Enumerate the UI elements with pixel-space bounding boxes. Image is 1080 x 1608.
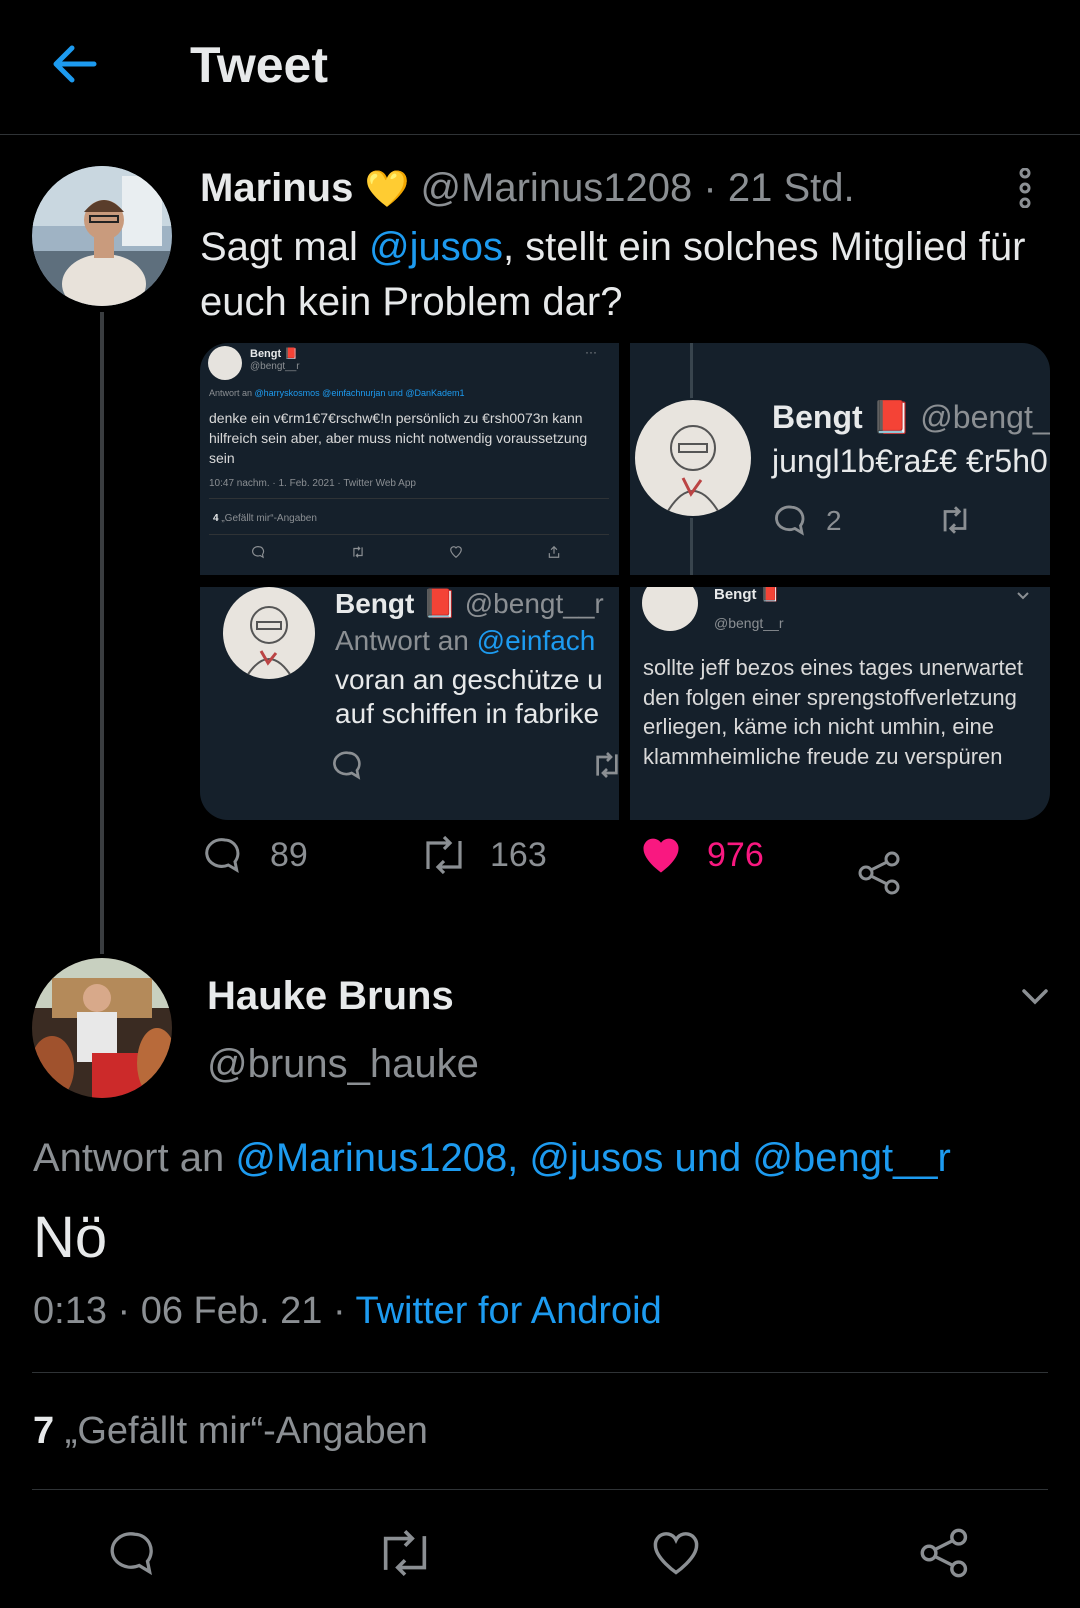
media-tweet-text: denke ein v€rm1€7€rschw€!n persönlich zu…: [209, 410, 588, 466]
reply-icon[interactable]: [110, 1528, 160, 1578]
media-likes: 4 „Gefällt mir“-Angaben: [213, 513, 317, 524]
reply-text: Nö: [33, 1205, 108, 1270]
media-reply-to: Antwort an @einfach: [335, 625, 595, 657]
page-title: Tweet: [190, 37, 328, 93]
reply-to-prefix: Antwort an: [33, 1136, 236, 1180]
heart-badge-icon: 💛: [364, 168, 410, 209]
media-tweet-line-2: auf schiffen in fabrike: [335, 698, 600, 729]
like-count: 976: [707, 836, 764, 874]
avatar-marinus[interactable]: [32, 166, 172, 306]
media-likes-label: „Gefällt mir“-Angaben: [221, 513, 317, 524]
author-handle[interactable]: @Marinus1208: [420, 166, 692, 210]
tweet-text-start: Sagt mal: [200, 225, 369, 269]
retweet-icon[interactable]: [376, 1528, 434, 1578]
reply-count: 89: [270, 836, 308, 874]
retweet-icon: [590, 749, 619, 781]
retweet-icon: [935, 503, 975, 537]
tweet-header: Marinus 💛 @Marinus1208 · 21 Std.: [200, 166, 855, 211]
likes-count: 7: [33, 1410, 55, 1452]
reply-icon: [775, 503, 809, 537]
mention-jusos[interactable]: @jusos: [369, 225, 503, 269]
media-reply-to: Antwort an @harryskosmos @einfachnurjan …: [209, 388, 465, 398]
author-name[interactable]: Marinus: [200, 166, 353, 210]
media-action-bar: [200, 545, 619, 561]
likes-summary[interactable]: 7 „Gefällt mir“-Angaben: [33, 1410, 428, 1453]
media-image-2[interactable]: Bengt 📕 @bengt__ jungl1b€ra£€ €r5h0 2: [630, 343, 1050, 575]
media-author: Bengt 📕 @bengt__: [772, 398, 1050, 436]
media-author-name: Bengt 📕: [250, 348, 298, 360]
chevron-down-icon: [1016, 591, 1030, 601]
reply-meta: 0:13 · 06 Feb. 21 · Twitter for Android: [33, 1290, 662, 1333]
media-reply-prefix: Antwort an: [335, 625, 477, 656]
avatar-bengt: [223, 587, 315, 679]
avatar-bengt: [642, 587, 698, 631]
reply-author-name[interactable]: Hauke Bruns: [207, 974, 454, 1019]
media-author-handle: @bengt__: [920, 399, 1050, 435]
media-image-1[interactable]: Bengt 📕 @bengt__r ··· Antwort an @harrys…: [200, 343, 619, 575]
likes-label: „Gefällt mir“-Angaben: [54, 1410, 428, 1452]
divider: [32, 1372, 1048, 1373]
media-reply-target: @einfach: [476, 625, 596, 656]
media-image-3[interactable]: Bengt 📕 @bengt__r Antwort an @einfach vo…: [200, 587, 619, 820]
reply-icon: [252, 545, 266, 559]
divider: [209, 498, 609, 499]
media-author-name: Bengt 📕: [772, 399, 912, 435]
media-reply-count: 2: [826, 505, 842, 536]
reply-author-handle[interactable]: @bruns_hauke: [207, 1042, 479, 1087]
media-reply-targets: @harryskosmos @einfachnurjan und @DanKad…: [254, 388, 465, 398]
reply-icon: [205, 835, 245, 875]
media-tweet-text: jungl1b€ra£€ €r5h0: [772, 443, 1048, 479]
share-icon[interactable]: [858, 851, 902, 895]
reply-source-link[interactable]: Twitter for Android: [356, 1290, 662, 1332]
heart-icon: [449, 545, 463, 559]
media-tweet-line-1: voran an geschütze u: [335, 664, 603, 695]
media-author-name: Bengt 📕: [335, 588, 457, 619]
media-author: Bengt 📕: [250, 347, 298, 360]
media-image-4[interactable]: Bengt 📕 @bengt__r sollte jeff bezos eine…: [630, 587, 1050, 820]
media-tweet-text: sollte jeff bezos eines tages unerwartet…: [643, 655, 1023, 769]
more-vertical-icon[interactable]: [1010, 168, 1040, 208]
retweet-icon: [420, 835, 468, 875]
reply-icon: [333, 749, 365, 781]
media-author-handle: @bengt__r: [464, 588, 604, 619]
heart-icon[interactable]: [650, 1528, 702, 1578]
tweet-text: Sagt mal @jusos, stellt ein solches Mitg…: [200, 220, 1040, 330]
avatar-bengt: [633, 398, 753, 518]
share-icon: [547, 545, 561, 559]
media-likes-count: 4: [213, 513, 219, 524]
media-author: Bengt 📕 @bengt__r: [335, 587, 604, 620]
media-author-handle: @bengt__r: [250, 361, 300, 372]
top-app-bar: Tweet: [0, 0, 1080, 135]
heart-filled-icon: [640, 835, 682, 875]
reply-to-line: Antwort an @Marinus1208, @jusos und @ben…: [33, 1136, 951, 1181]
more-icon: ···: [585, 345, 597, 359]
retweet-button[interactable]: 163: [420, 833, 590, 877]
chevron-down-icon[interactable]: [1020, 985, 1050, 1009]
media-author-handle: @bengt__r: [714, 615, 784, 631]
divider: [32, 1489, 1048, 1490]
reply-timestamp: 0:13 · 06 Feb. 21 ·: [33, 1290, 356, 1332]
thread-line: [100, 312, 104, 954]
like-button[interactable]: 976: [640, 833, 790, 877]
reply-to-mentions[interactable]: @Marinus1208, @jusos und @bengt__r: [235, 1136, 951, 1180]
reply-button[interactable]: 89: [205, 833, 355, 877]
media-tweet-meta: 10:47 nachm. · 1. Feb. 2021 · Twitter We…: [209, 478, 416, 489]
share-icon[interactable]: [920, 1528, 970, 1578]
media-reply-prefix: Antwort an: [209, 388, 255, 398]
media-author-name: Bengt 📕: [714, 587, 780, 603]
avatar-hauke[interactable]: [32, 958, 172, 1098]
tweet-time: · 21 Std.: [703, 166, 855, 210]
divider: [209, 534, 609, 535]
back-arrow-icon[interactable]: [50, 40, 98, 88]
retweet-icon: [351, 545, 365, 559]
retweet-count: 163: [490, 836, 547, 874]
avatar-bengt: [208, 346, 242, 380]
